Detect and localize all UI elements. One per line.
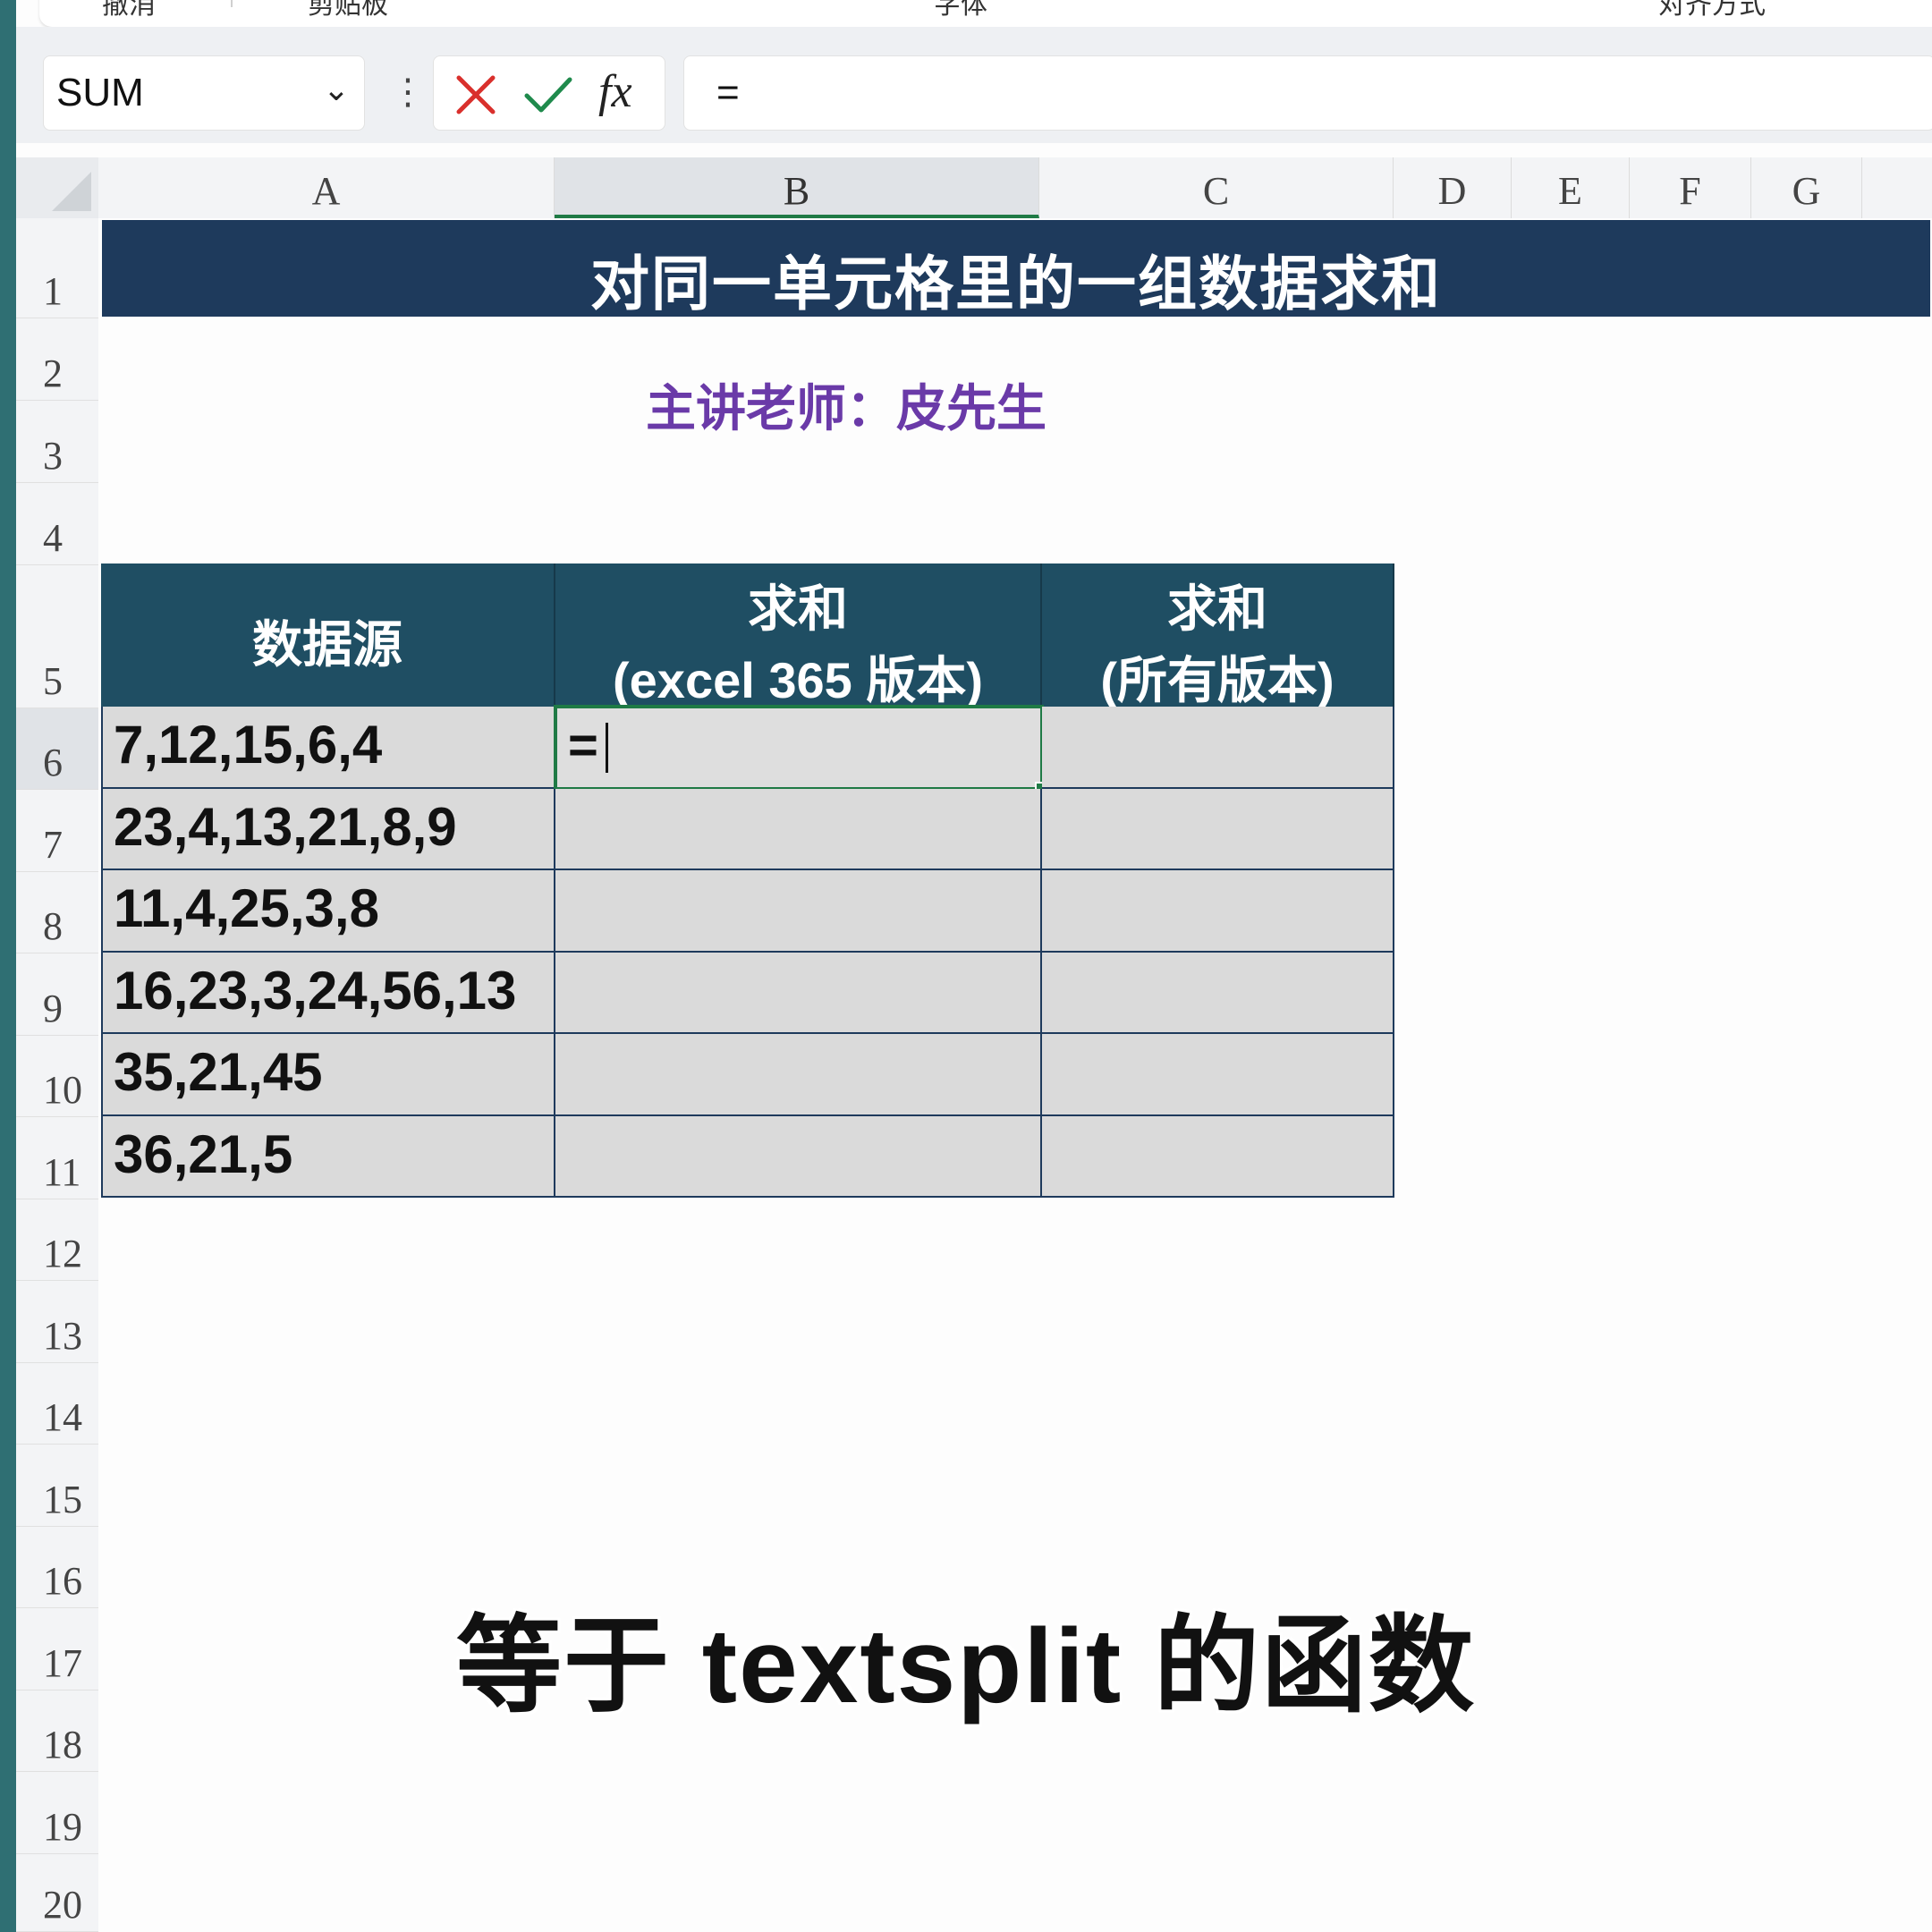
cell-c8[interactable] (1042, 870, 1394, 953)
teacher-label[interactable]: 主讲老师：皮先生 (646, 369, 1046, 441)
active-cell-b6[interactable]: = (554, 705, 1047, 794)
ribbon-label-font[interactable]: 字体 (934, 0, 987, 21)
row-header[interactable]: 19 (16, 1772, 98, 1854)
data-table: 数据源 求和 (excel 365 版本) 求和 (所有版本) 7,12,15,… (101, 564, 1394, 1198)
row-header[interactable]: 13 (16, 1281, 98, 1363)
column-header-d[interactable]: D (1394, 157, 1512, 218)
cell-a11[interactable]: 36,21,5 (101, 1116, 555, 1198)
active-cell-value: = (568, 716, 598, 775)
cell-b7[interactable] (555, 789, 1042, 870)
cell-a9[interactable]: 16,23,3,24,56,13 (101, 953, 555, 1034)
ribbon-label-clipboard[interactable]: 剪贴板 (308, 0, 388, 21)
name-box-value: SUM (56, 71, 144, 114)
more-options-icon[interactable]: ⋮ (390, 70, 426, 114)
row-header[interactable]: 8 (16, 872, 98, 953)
row-header[interactable]: 7 (16, 790, 98, 872)
video-subtitle: 等于 textsplit 的函数 (456, 1607, 1476, 1725)
sheet-title: 对同一单元格里的一组数据求和 (590, 250, 1442, 317)
row-header[interactable]: 5 (16, 565, 98, 708)
row-header[interactable]: 9 (16, 953, 98, 1036)
cell-b10[interactable] (555, 1034, 1042, 1116)
text-caret (606, 723, 608, 773)
enter-check-icon[interactable] (523, 72, 573, 117)
header-cell-source[interactable]: 数据源 (101, 564, 555, 707)
cell-a10[interactable]: 35,21,45 (101, 1034, 555, 1116)
cell-c9[interactable] (1042, 953, 1394, 1034)
cell-b11[interactable] (555, 1116, 1042, 1198)
cell-c10[interactable] (1042, 1034, 1394, 1116)
row-header[interactable]: 2 (16, 318, 98, 401)
chevron-down-icon[interactable]: ⌄ (323, 71, 350, 108)
cell-c6[interactable] (1042, 707, 1394, 789)
ribbon-label-alignment[interactable]: 对齐方式 (1658, 0, 1766, 21)
column-header-a[interactable]: A (98, 157, 555, 218)
select-all-corner[interactable] (16, 157, 98, 218)
column-header-e[interactable]: E (1512, 157, 1630, 218)
ribbon-label-undo[interactable]: 撤消 (102, 0, 156, 21)
column-header-b[interactable]: B (555, 157, 1039, 218)
cell-a7[interactable]: 23,4,13,21,8,9 (101, 789, 555, 870)
row-header[interactable]: 1 (16, 218, 98, 318)
column-header-c[interactable]: C (1039, 157, 1394, 218)
cell-c11[interactable] (1042, 1116, 1394, 1198)
cell-a8[interactable]: 11,4,25,3,8 (101, 870, 555, 953)
row-header[interactable]: 12 (16, 1199, 98, 1281)
row-header[interactable]: 4 (16, 483, 98, 565)
column-header-g[interactable]: G (1751, 157, 1862, 218)
row-header[interactable]: 20 (16, 1854, 98, 1932)
row-header[interactable]: 15 (16, 1445, 98, 1527)
cancel-icon[interactable] (453, 72, 498, 117)
formula-input[interactable]: = (683, 55, 1932, 131)
name-box[interactable]: SUM ⌄ (43, 55, 365, 131)
column-header-f[interactable]: F (1630, 157, 1751, 218)
header-cell-sum-all[interactable]: 求和 (所有版本) (1042, 564, 1394, 708)
formula-buttons: fx (433, 55, 665, 131)
cell-c7[interactable] (1042, 789, 1394, 870)
row-header[interactable]: 14 (16, 1363, 98, 1445)
cell-b8[interactable] (555, 870, 1042, 953)
insert-function-icon[interactable]: fx (598, 65, 632, 118)
header-cell-sum-365[interactable]: 求和 (excel 365 版本) (555, 564, 1042, 708)
row-header[interactable]: 11 (16, 1117, 98, 1199)
row-header[interactable]: 10 (16, 1036, 98, 1117)
row-header[interactable]: 3 (16, 401, 98, 483)
cell-a6[interactable]: 7,12,15,6,4 (101, 707, 555, 789)
cell-b9[interactable] (555, 953, 1042, 1034)
ribbon-separator (231, 0, 233, 7)
ribbon-group-labels: 撤消 剪贴板 字体 对齐方式 (39, 0, 1932, 27)
row-header[interactable]: 6 (16, 708, 98, 790)
column-headers: A B C D E F G (98, 157, 1932, 218)
formula-text: = (716, 71, 740, 114)
sheet-title-banner[interactable]: 对同一单元格里的一组数据求和 (102, 220, 1930, 317)
